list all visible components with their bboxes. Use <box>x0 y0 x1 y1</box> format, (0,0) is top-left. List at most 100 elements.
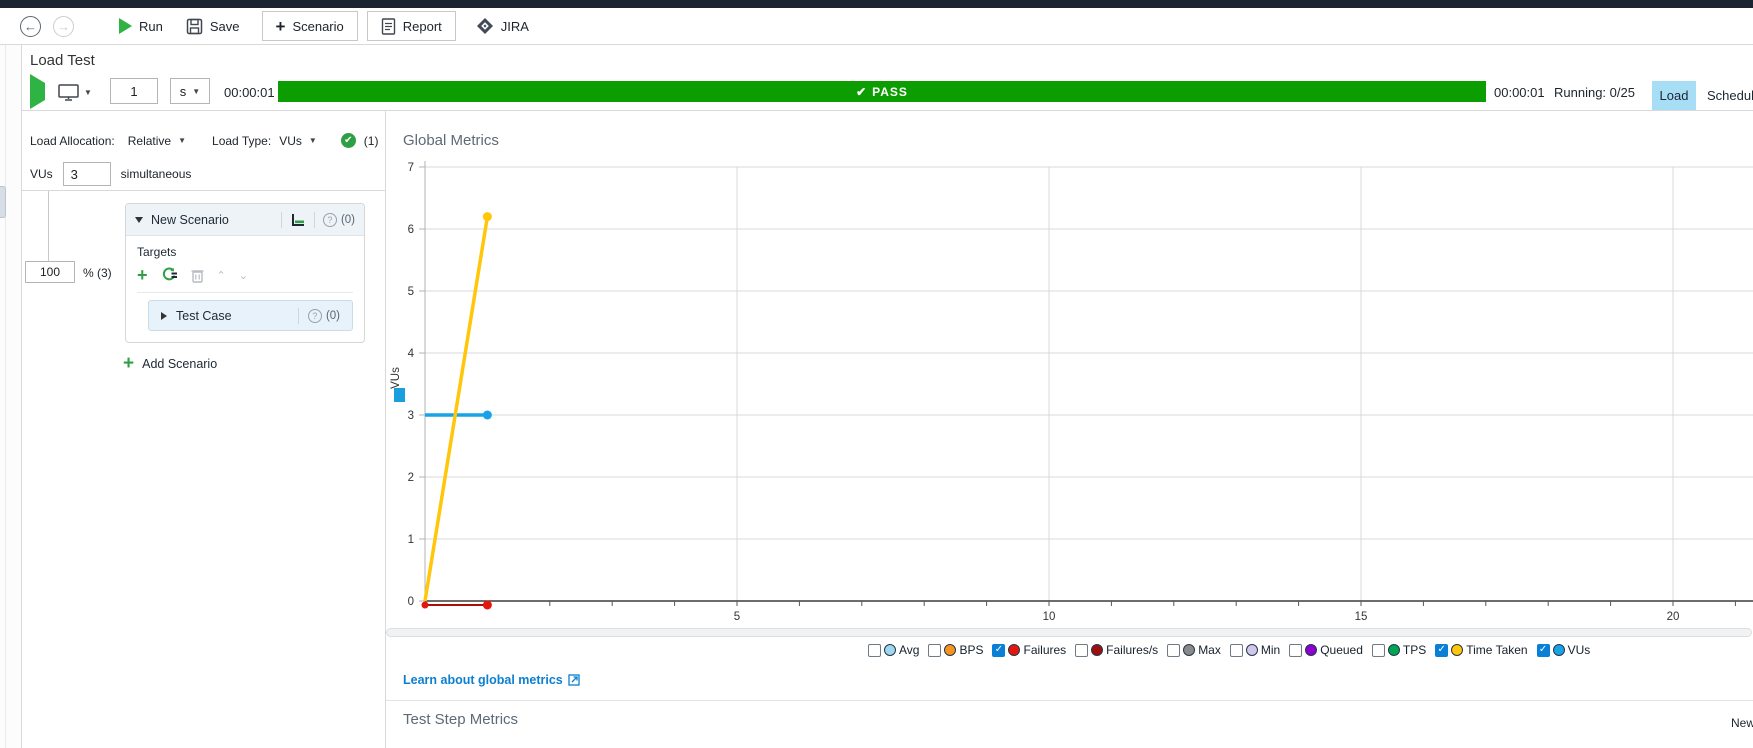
jira-button[interactable]: JIRA <box>476 17 529 35</box>
load-type-dropdown[interactable]: VUs ▼ <box>279 134 317 148</box>
run-test-button[interactable] <box>30 83 45 101</box>
legend-item-vus[interactable]: ✓VUs <box>1537 643 1591 657</box>
move-up-icon[interactable]: ⌃ <box>217 269 226 282</box>
legend-label: BPS <box>959 643 983 657</box>
delete-target-icon[interactable] <box>191 268 204 283</box>
report-label: Report <box>403 19 442 34</box>
scenario-chart-icon[interactable] <box>290 212 306 228</box>
legend-checkbox[interactable] <box>868 644 881 657</box>
legend-item-failures[interactable]: ✓Failures <box>992 643 1066 657</box>
svg-text:3: 3 <box>408 410 414 422</box>
save-button[interactable]: Save <box>186 18 240 35</box>
rail-divider <box>5 45 6 748</box>
legend-label: Max <box>1198 643 1221 657</box>
legend-item-time-taken[interactable]: ✓Time Taken <box>1435 643 1527 657</box>
status-progress-bar: ✔ PASS <box>278 81 1486 102</box>
add-scenario-toolbar-button[interactable]: + Scenario <box>262 11 358 41</box>
svg-text:1: 1 <box>408 534 414 546</box>
chevron-down-icon: ▼ <box>309 136 317 145</box>
collapse-icon[interactable] <box>135 217 143 223</box>
targets-label: Targets <box>137 245 353 259</box>
legend-checkbox[interactable] <box>1075 644 1088 657</box>
vus-input[interactable] <box>63 162 111 186</box>
legend-label: TPS <box>1403 643 1426 657</box>
legend-checkbox[interactable]: ✓ <box>1435 644 1448 657</box>
load-allocation-dropdown[interactable]: Relative ▼ <box>128 134 186 148</box>
legend-color-dot <box>1553 644 1565 656</box>
scenario-help[interactable]: ? (0) <box>323 213 355 227</box>
report-button[interactable]: Report <box>367 11 456 41</box>
running-counter: Running: 0/25 <box>1554 85 1635 100</box>
load-type-value: VUs <box>279 134 302 148</box>
separator <box>314 212 315 228</box>
run-button[interactable]: Run <box>119 18 163 34</box>
add-target-button[interactable]: + <box>137 266 148 284</box>
legend-checkbox[interactable]: ✓ <box>992 644 1005 657</box>
rail-expand-handle[interactable] <box>0 186 6 218</box>
forward-arrow-icon: → <box>57 19 70 34</box>
scenario-card-header[interactable]: New Scenario ? (0) <box>126 204 364 236</box>
legend-item-queued[interactable]: Queued <box>1289 643 1363 657</box>
plus-icon: + <box>276 18 286 35</box>
divider <box>22 190 385 191</box>
svg-text:15: 15 <box>1355 611 1368 623</box>
load-type-label: Load Type: <box>212 134 271 148</box>
scenario-label: Scenario <box>292 19 343 34</box>
test-case-name: Test Case <box>176 309 232 323</box>
test-case-help-count: (0) <box>326 310 340 322</box>
vus-row: VUs simultaneous <box>30 162 191 186</box>
legend-item-bps[interactable]: BPS <box>928 643 983 657</box>
elapsed-time-left: 00:00:01 <box>224 85 275 100</box>
legend-checkbox[interactable] <box>928 644 941 657</box>
agent-selector[interactable]: ▼ <box>58 84 92 101</box>
legend-item-min[interactable]: Min <box>1230 643 1280 657</box>
legend-checkbox[interactable] <box>1167 644 1180 657</box>
legend-item-failures-s[interactable]: Failures/s <box>1075 643 1158 657</box>
legend-color-dot <box>1008 644 1020 656</box>
svg-text:5: 5 <box>408 286 414 298</box>
help-icon: ? <box>323 213 337 227</box>
test-step-metrics-new-button[interactable]: New <box>1731 716 1753 730</box>
divider <box>22 110 1753 111</box>
tab-load[interactable]: Load <box>1652 81 1696 110</box>
test-case-chip[interactable]: Test Case ? (0) <box>148 300 353 331</box>
back-arrow-icon: ← <box>24 19 37 34</box>
iterations-icon[interactable] <box>161 267 178 283</box>
legend-checkbox[interactable] <box>1289 644 1302 657</box>
legend-item-avg[interactable]: Avg <box>868 643 919 657</box>
scenario-name: New Scenario <box>151 213 229 227</box>
report-document-icon <box>381 18 396 35</box>
legend-color-dot <box>944 644 956 656</box>
pass-check-icon: ✔ <box>856 85 866 99</box>
legend-color-dot <box>884 644 896 656</box>
svg-text:VUs: VUs <box>390 367 402 389</box>
legend-checkbox[interactable] <box>1230 644 1243 657</box>
expand-icon[interactable] <box>161 312 167 320</box>
plus-icon: + <box>123 354 134 373</box>
tab-scheduler[interactable]: Scheduler <box>1698 81 1753 110</box>
legend-checkbox[interactable]: ✓ <box>1537 644 1550 657</box>
legend-color-dot <box>1388 644 1400 656</box>
learn-link-label: Learn about global metrics <box>403 673 563 687</box>
legend-item-max[interactable]: Max <box>1167 643 1221 657</box>
learn-about-global-metrics-link[interactable]: Learn about global metrics <box>403 673 580 687</box>
add-scenario-button[interactable]: + Add Scenario <box>123 354 217 373</box>
move-down-icon[interactable]: ⌄ <box>239 269 248 282</box>
separator <box>281 212 282 228</box>
legend-checkbox[interactable] <box>1372 644 1385 657</box>
chart-legend: Avg BPS ✓Failures Failures/s Max Min Queued TPS… <box>868 640 1590 660</box>
legend-item-tps[interactable]: TPS <box>1372 643 1426 657</box>
duration-unit-select[interactable]: s ▼ <box>170 78 210 104</box>
percent-input[interactable] <box>25 261 75 283</box>
duration-input[interactable] <box>110 78 158 104</box>
back-button[interactable]: ← <box>20 16 41 37</box>
forward-button[interactable]: → <box>53 16 74 37</box>
chevron-down-icon: ▼ <box>192 87 200 96</box>
chevron-down-icon: ▼ <box>178 136 186 145</box>
legend-color-dot <box>1183 644 1195 656</box>
legend-color-dot <box>1305 644 1317 656</box>
chart-horizontal-scrollbar[interactable] <box>386 628 1752 637</box>
load-allocation-label: Load Allocation: <box>30 134 115 148</box>
chevron-down-icon: ▼ <box>84 88 92 97</box>
test-case-help[interactable]: ? (0) <box>308 309 340 323</box>
